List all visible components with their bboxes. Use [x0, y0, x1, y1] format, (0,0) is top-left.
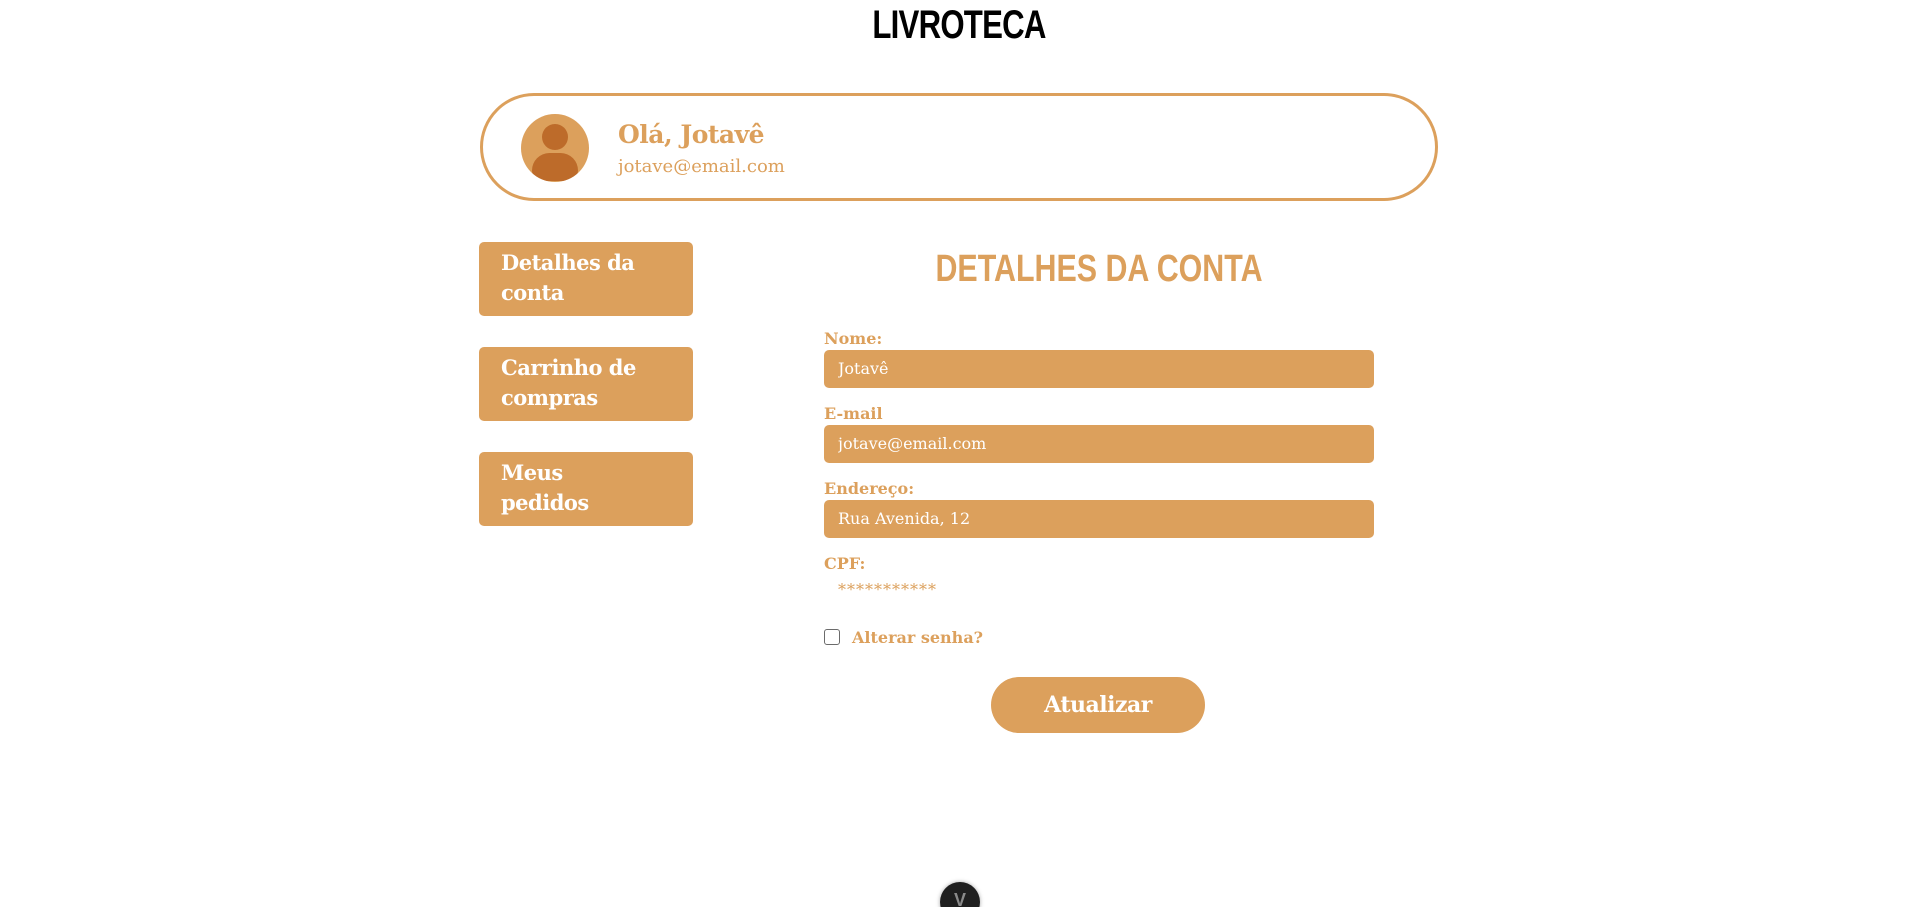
name-field[interactable] [824, 350, 1374, 388]
update-button[interactable]: Atualizar [991, 677, 1205, 733]
change-password-label[interactable]: Alterar senha? [852, 628, 983, 647]
sidebar-item-label: conta [501, 280, 564, 305]
sidebar-item-shopping-cart[interactable]: Carrinho de compras [479, 347, 693, 421]
cpf-value: *********** [838, 580, 937, 599]
address-label: Endereço: [824, 479, 915, 498]
address-field[interactable] [824, 500, 1374, 538]
chevron-icon[interactable]: V [940, 882, 980, 907]
page: LIVROTECA Olá, Jotavê jotave@email.com D… [0, 0, 1918, 907]
name-label: Nome: [824, 329, 883, 348]
account-details-form: Nome: E-mail Endereço: CPF: *********** [824, 328, 1374, 605]
cpf-label: CPF: [824, 554, 866, 573]
change-password-checkbox[interactable] [824, 629, 840, 645]
page-title: DETALHES DA CONTA [935, 248, 1263, 290]
profile-greeting: Olá, Jotavê [618, 120, 765, 149]
brand-logo[interactable]: LIVROTECA [211, 0, 1707, 50]
avatar-body-shape [532, 153, 578, 181]
email-label: E-mail [824, 404, 883, 423]
account-sidebar: Detalhes da conta Carrinho de compras Me… [479, 242, 693, 557]
email-field[interactable] [824, 425, 1374, 463]
avatar-head-shape [542, 124, 568, 150]
profile-card: Olá, Jotavê jotave@email.com [480, 93, 1438, 201]
profile-email: jotave@email.com [618, 156, 785, 177]
user-avatar-icon [521, 114, 589, 182]
sidebar-item-label: Detalhes da [501, 250, 635, 275]
sidebar-item-label: pedidos [501, 490, 589, 515]
sidebar-item-label: Carrinho de [501, 355, 636, 380]
sidebar-item-label: Meus [501, 460, 563, 485]
sidebar-item-label: compras [501, 385, 598, 410]
sidebar-item-account-details[interactable]: Detalhes da conta [479, 242, 693, 316]
sidebar-item-my-orders[interactable]: Meus pedidos [479, 452, 693, 526]
change-password-row: Alterar senha? [824, 627, 983, 647]
